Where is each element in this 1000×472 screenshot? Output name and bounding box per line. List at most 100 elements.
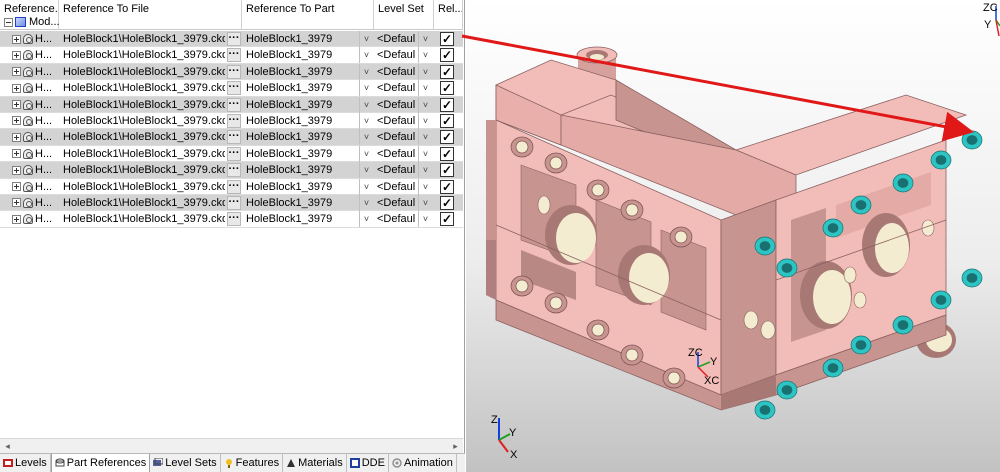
rel-checkbox[interactable]: ✓ bbox=[440, 81, 454, 96]
expand-icon[interactable] bbox=[12, 132, 21, 142]
reference-cell[interactable]: H... bbox=[0, 146, 59, 162]
reference-file-cell[interactable]: HoleBlock1\HoleBlock1_3979.ckd bbox=[59, 113, 225, 129]
level-set-dropdown-icon[interactable]: ˅ bbox=[418, 96, 432, 113]
level-set-dropdown-icon[interactable]: ˅ bbox=[418, 112, 432, 129]
level-set-cell[interactable]: <Defaul bbox=[374, 80, 418, 96]
part-dropdown-icon[interactable]: ˅ bbox=[359, 162, 373, 179]
reference-row[interactable]: H... HoleBlock1\HoleBlock1_3979.ckd ··· Hol… bbox=[0, 112, 463, 130]
reference-part-cell[interactable]: HoleBlock1_3979 bbox=[242, 162, 358, 178]
tab-level-sets[interactable]: Level Sets bbox=[150, 454, 221, 472]
reference-cell[interactable]: H... bbox=[0, 47, 59, 63]
part-dropdown-icon[interactable]: ˅ bbox=[359, 129, 373, 146]
reference-cell[interactable]: H... bbox=[0, 129, 59, 145]
reference-part-cell[interactable]: HoleBlock1_3979 bbox=[242, 97, 358, 113]
reference-cell[interactable]: H... bbox=[0, 31, 59, 47]
tab-features[interactable]: Features bbox=[221, 454, 284, 472]
reference-file-cell[interactable]: HoleBlock1\HoleBlock1_3979.ckd bbox=[59, 31, 225, 47]
level-set-cell[interactable]: <Defaul bbox=[374, 211, 418, 227]
tab-animation[interactable]: Animation bbox=[389, 454, 457, 472]
level-set-dropdown-icon[interactable]: ˅ bbox=[418, 31, 432, 47]
reference-file-cell[interactable]: HoleBlock1\HoleBlock1_3979.ckd bbox=[59, 195, 225, 211]
reference-file-cell[interactable]: HoleBlock1\HoleBlock1_3979.ckd bbox=[59, 179, 225, 195]
reference-row[interactable]: H... HoleBlock1\HoleBlock1_3979.ckd ··· Hol… bbox=[0, 63, 463, 81]
scroll-left-icon[interactable]: ◂ bbox=[0, 439, 15, 454]
hole-block-model[interactable]: ZC Y ZC Y XC Z Y X bbox=[466, 0, 1000, 472]
level-set-cell[interactable]: <Defaul bbox=[374, 64, 418, 80]
reference-part-cell[interactable]: HoleBlock1_3979 bbox=[242, 47, 358, 63]
level-set-dropdown-icon[interactable]: ˅ bbox=[418, 63, 432, 80]
reference-row[interactable]: H... HoleBlock1\HoleBlock1_3979.ckd ··· Hol… bbox=[0, 162, 463, 179]
browse-file-button[interactable]: ··· bbox=[227, 97, 241, 112]
browse-file-button[interactable]: ··· bbox=[227, 179, 241, 194]
scroll-right-icon[interactable]: ▸ bbox=[448, 439, 463, 454]
browse-file-button[interactable]: ··· bbox=[227, 212, 241, 227]
part-dropdown-icon[interactable]: ˅ bbox=[359, 63, 373, 80]
reference-file-cell[interactable]: HoleBlock1\HoleBlock1_3979.ckd bbox=[59, 162, 225, 178]
rel-checkbox[interactable]: ✓ bbox=[440, 113, 454, 128]
browse-file-button[interactable]: ··· bbox=[227, 130, 241, 145]
level-set-cell[interactable]: <Defaul bbox=[374, 47, 418, 63]
expand-icon[interactable] bbox=[12, 198, 21, 208]
browse-file-button[interactable]: ··· bbox=[227, 48, 241, 63]
tab-materials[interactable]: Materials bbox=[283, 454, 347, 472]
reference-part-cell[interactable]: HoleBlock1_3979 bbox=[242, 129, 358, 145]
expand-icon[interactable] bbox=[12, 165, 21, 175]
browse-file-button[interactable]: ··· bbox=[227, 163, 241, 178]
tab-part-references[interactable]: Part References bbox=[50, 454, 151, 472]
rel-checkbox[interactable]: ✓ bbox=[440, 195, 454, 210]
reference-part-cell[interactable]: HoleBlock1_3979 bbox=[242, 179, 358, 195]
reference-cell[interactable]: H... bbox=[0, 179, 59, 195]
reference-row[interactable]: H... HoleBlock1\HoleBlock1_3979.ckd ··· Hol… bbox=[0, 145, 463, 163]
reference-cell[interactable]: H... bbox=[0, 195, 59, 211]
rel-checkbox[interactable]: ✓ bbox=[440, 163, 454, 178]
rel-checkbox[interactable]: ✓ bbox=[440, 48, 454, 63]
expand-icon[interactable] bbox=[12, 149, 21, 159]
reference-cell[interactable]: H... bbox=[0, 97, 59, 113]
expand-icon[interactable] bbox=[12, 67, 21, 77]
reference-file-cell[interactable]: HoleBlock1\HoleBlock1_3979.ckd bbox=[59, 97, 225, 113]
expand-icon[interactable] bbox=[12, 83, 21, 93]
reference-row[interactable]: H... HoleBlock1\HoleBlock1_3979.ckd ··· Hol… bbox=[0, 96, 463, 113]
reference-cell[interactable]: H... bbox=[0, 80, 59, 96]
level-set-dropdown-icon[interactable]: ˅ bbox=[418, 194, 432, 211]
reference-cell[interactable]: H... bbox=[0, 162, 59, 178]
level-set-cell[interactable]: <Defaul bbox=[374, 146, 418, 162]
level-set-cell[interactable]: <Defaul bbox=[374, 97, 418, 113]
expand-icon[interactable] bbox=[12, 214, 21, 224]
level-set-cell[interactable]: <Defaul bbox=[374, 179, 418, 195]
browse-file-button[interactable]: ··· bbox=[227, 32, 241, 46]
reference-cell[interactable]: H... bbox=[0, 64, 59, 80]
reference-row[interactable]: H... HoleBlock1\HoleBlock1_3979.ckd ··· Hol… bbox=[0, 211, 463, 228]
tab-levels[interactable]: Levels bbox=[0, 454, 51, 472]
part-dropdown-icon[interactable]: ˅ bbox=[359, 178, 373, 195]
reference-part-cell[interactable]: HoleBlock1_3979 bbox=[242, 146, 358, 162]
level-set-cell[interactable]: <Defaul bbox=[374, 31, 418, 47]
column-header-reference-to-file[interactable]: Reference To File bbox=[59, 0, 242, 30]
level-set-dropdown-icon[interactable]: ˅ bbox=[418, 211, 432, 228]
rel-checkbox[interactable]: ✓ bbox=[440, 32, 454, 46]
level-set-dropdown-icon[interactable]: ˅ bbox=[418, 145, 432, 162]
reference-file-cell[interactable]: HoleBlock1\HoleBlock1_3979.ckd bbox=[59, 129, 225, 145]
reference-row[interactable]: H... HoleBlock1\HoleBlock1_3979.ckd ··· Hol… bbox=[0, 178, 463, 195]
model-tree-node[interactable]: Mod... bbox=[0, 15, 60, 29]
reference-cell[interactable]: H... bbox=[0, 211, 59, 227]
horizontal-scrollbar[interactable]: ◂ ▸ bbox=[0, 438, 463, 453]
reference-part-cell[interactable]: HoleBlock1_3979 bbox=[242, 113, 358, 129]
reference-row[interactable]: H... HoleBlock1\HoleBlock1_3979.ckd ··· Hol… bbox=[0, 31, 463, 48]
browse-file-button[interactable]: ··· bbox=[227, 146, 241, 161]
level-set-cell[interactable]: <Defaul bbox=[374, 195, 418, 211]
reference-part-cell[interactable]: HoleBlock1_3979 bbox=[242, 195, 358, 211]
level-set-dropdown-icon[interactable]: ˅ bbox=[418, 162, 432, 179]
expand-icon[interactable] bbox=[12, 100, 21, 110]
level-set-dropdown-icon[interactable]: ˅ bbox=[418, 47, 432, 64]
reference-file-cell[interactable]: HoleBlock1\HoleBlock1_3979.ckd bbox=[59, 146, 225, 162]
reference-row[interactable]: H... HoleBlock1\HoleBlock1_3979.ckd ··· Hol… bbox=[0, 80, 463, 97]
expand-icon[interactable] bbox=[12, 50, 21, 60]
part-dropdown-icon[interactable]: ˅ bbox=[359, 47, 373, 64]
expand-icon[interactable] bbox=[12, 182, 21, 192]
rel-checkbox[interactable]: ✓ bbox=[440, 212, 454, 227]
rel-checkbox[interactable]: ✓ bbox=[440, 146, 454, 161]
expand-icon[interactable] bbox=[12, 34, 21, 44]
reference-part-cell[interactable]: HoleBlock1_3979 bbox=[242, 64, 358, 80]
level-set-dropdown-icon[interactable]: ˅ bbox=[418, 80, 432, 97]
